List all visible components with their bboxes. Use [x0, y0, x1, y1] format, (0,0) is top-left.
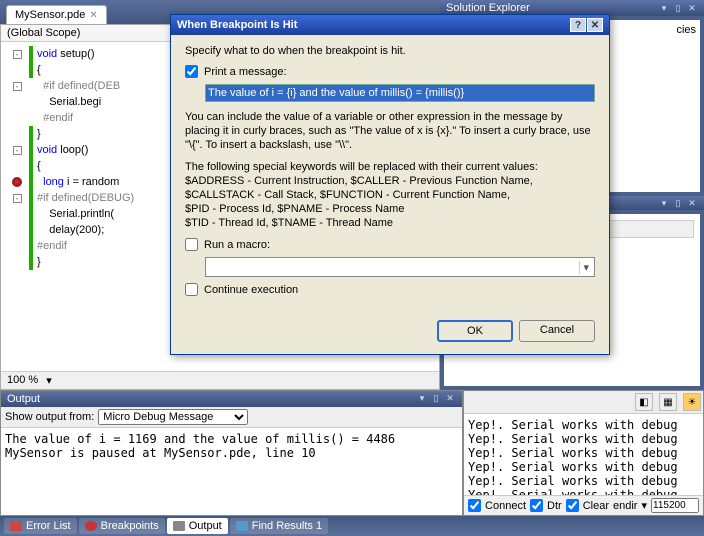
close-icon[interactable]: ✕ — [587, 18, 603, 32]
output-title: Output ▾ ▯ ✕ — [1, 391, 462, 407]
print-message-checkbox[interactable]: Print a message: — [185, 65, 595, 78]
chevron-down-icon: ▾ — [579, 261, 592, 274]
close-icon[interactable]: ✕ — [686, 198, 698, 208]
keywords-text: The following special keywords will be r… — [185, 160, 595, 230]
pin-icon[interactable]: ▯ — [672, 198, 684, 208]
dropdown-icon[interactable]: ▾ — [416, 393, 428, 403]
file-tab[interactable]: MySensor.pde ✕ — [6, 5, 107, 24]
pin-icon[interactable]: ▯ — [672, 3, 684, 13]
close-icon[interactable]: ✕ — [686, 3, 698, 13]
tab-find-results[interactable]: Find Results 1 — [230, 518, 328, 534]
cancel-button[interactable]: Cancel — [519, 320, 595, 342]
help-text: You can include the value of a variable … — [185, 110, 595, 152]
dropdown-icon[interactable]: ▾ — [658, 3, 670, 13]
show-output-label: Show output from: — [5, 411, 94, 423]
dialog-intro: Specify what to do when the breakpoint i… — [185, 45, 595, 57]
ok-button[interactable]: OK — [437, 320, 513, 342]
tool-icon[interactable]: ☀ — [683, 393, 701, 411]
pin-icon[interactable]: ▯ — [430, 393, 442, 403]
help-icon[interactable]: ? — [570, 18, 586, 32]
dropdown-icon[interactable]: ▾ — [658, 198, 670, 208]
tab-error-list[interactable]: Error List — [4, 518, 77, 534]
output-text[interactable]: The value of i = 1169 and the value of m… — [1, 428, 462, 515]
serial-toolbar: ◧ ▦ ☀ — [464, 391, 703, 414]
continue-execution-checkbox[interactable]: Continue execution — [185, 283, 595, 296]
zoom-level: 100 % — [7, 374, 38, 387]
dialog-titlebar[interactable]: When Breakpoint Is Hit ? ✕ — [171, 15, 609, 35]
close-icon[interactable]: ✕ — [444, 393, 456, 403]
tab-breakpoints[interactable]: Breakpoints — [79, 518, 165, 534]
tool-icon[interactable]: ◧ — [635, 393, 653, 411]
run-macro-checkbox[interactable]: Run a macro: — [185, 238, 595, 251]
baud-input[interactable] — [651, 498, 699, 513]
breakpoint-hit-dialog: When Breakpoint Is Hit ? ✕ Specify what … — [170, 14, 610, 355]
dtr-checkbox[interactable] — [530, 499, 543, 512]
editor-status: 100 %▾ — [1, 371, 439, 389]
dialog-title: When Breakpoint Is Hit — [177, 19, 297, 31]
macro-dropdown[interactable]: ▾ — [205, 257, 595, 277]
tab-output[interactable]: Output — [167, 518, 228, 534]
connect-checkbox[interactable] — [468, 499, 481, 512]
print-message-input[interactable] — [205, 84, 595, 102]
tool-icon[interactable]: ▦ — [659, 393, 677, 411]
serial-monitor[interactable]: Yep!. Serial works with debug Yep!. Seri… — [464, 414, 703, 495]
clear-checkbox[interactable] — [566, 499, 579, 512]
tab-label: MySensor.pde — [15, 9, 85, 21]
output-source-select[interactable]: Micro Debug Message — [98, 409, 248, 425]
footer-tabs: Error List Breakpoints Output Find Resul… — [0, 516, 704, 536]
close-icon[interactable]: ✕ — [89, 10, 97, 21]
